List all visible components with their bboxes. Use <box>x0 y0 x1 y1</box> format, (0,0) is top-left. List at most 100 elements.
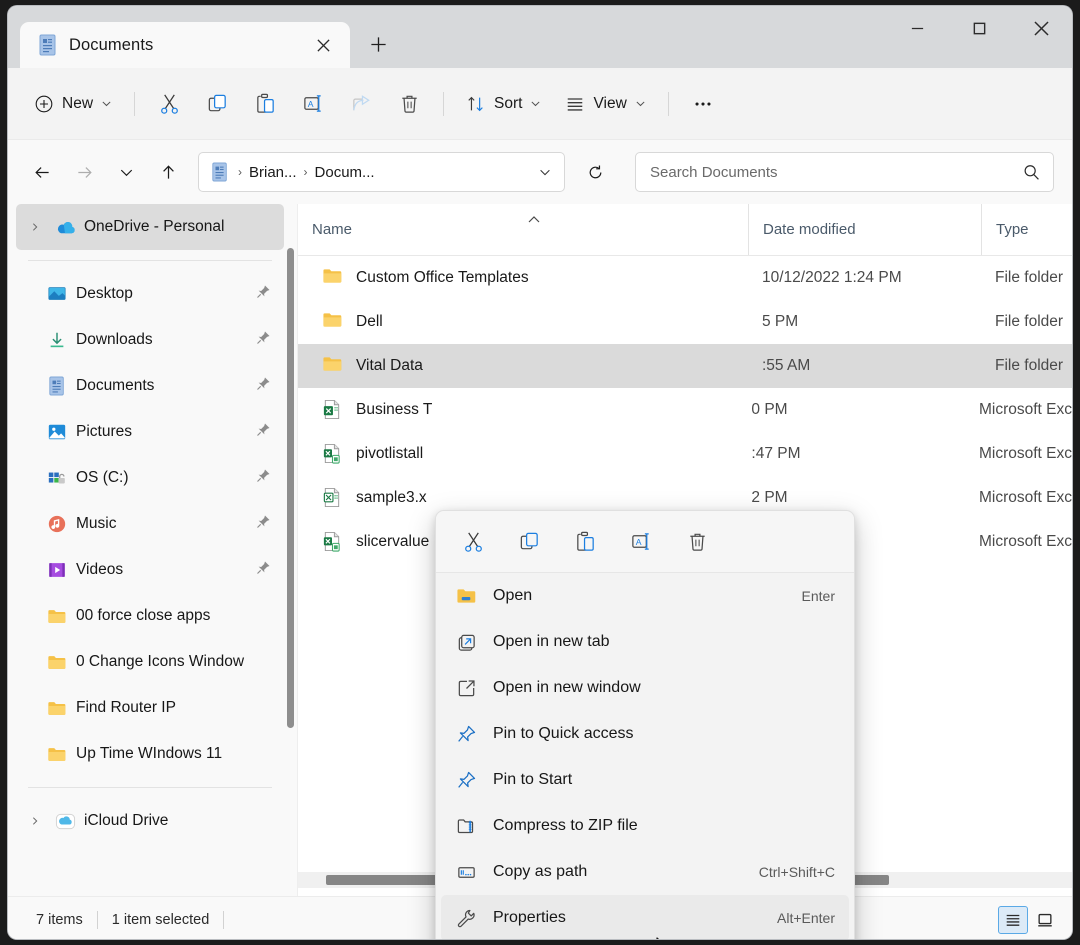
column-header-type[interactable]: Type <box>981 204 1072 255</box>
pin-icon[interactable] <box>256 560 272 580</box>
delete-icon <box>686 530 709 553</box>
delete-button[interactable] <box>680 525 714 559</box>
table-row[interactable]: pivotlistall :47 PM Microsoft Exc <box>298 432 1072 476</box>
new-tab-button[interactable] <box>356 22 400 66</box>
table-row[interactable]: Business T 0 PM Microsoft Exc <box>298 388 1072 432</box>
details-view-button[interactable] <box>998 906 1028 934</box>
chevron-right-icon[interactable] <box>24 816 46 826</box>
chevron-right-icon[interactable] <box>24 222 46 232</box>
sidebar-item-os-drive[interactable]: OS (C:) <box>16 455 284 501</box>
sidebar-item-up-time-windows-11[interactable]: Up Time WIndows 11 <box>16 731 284 777</box>
close-icon[interactable] <box>308 30 338 60</box>
column-header-date-modified[interactable]: Date modified <box>748 204 981 255</box>
close-icon <box>1032 19 1051 38</box>
sort-button[interactable]: Sort <box>454 84 553 124</box>
see-more-button[interactable] <box>679 84 727 124</box>
context-item-compress-to-zip[interactable]: Compress to ZIP file <box>441 803 849 849</box>
file-name-cell: Vital Data <box>298 355 748 377</box>
share-button[interactable] <box>337 84 385 124</box>
new-button[interactable]: New <box>22 84 124 124</box>
sidebar-item-desktop[interactable]: Desktop <box>16 271 284 317</box>
sidebar-item-onedrive[interactable]: OneDrive - Personal <box>16 204 284 250</box>
sidebar-item-label: OS (C:) <box>76 469 248 487</box>
sort-ascending-icon <box>528 210 540 227</box>
sidebar-item-change-icons-window[interactable]: 0 Change Icons Window <box>16 639 284 685</box>
back-button[interactable] <box>22 152 62 192</box>
chevron-down-icon <box>635 98 646 109</box>
forward-button[interactable] <box>64 152 104 192</box>
context-item-open-in-new-window[interactable]: Open in new window <box>441 665 849 711</box>
rename-button[interactable]: A <box>289 84 337 124</box>
sidebar-item-force-close-apps[interactable]: 00 force close apps <box>16 593 284 639</box>
search-box[interactable] <box>635 152 1054 192</box>
large-icons-view-button[interactable] <box>1030 906 1060 934</box>
context-item-label: Pin to Quick access <box>493 725 819 743</box>
sidebar-item-label: Up Time WIndows 11 <box>76 745 272 763</box>
rename-button[interactable]: A <box>624 525 658 559</box>
tab-strip: Documents <box>8 6 400 68</box>
cut-button[interactable] <box>456 525 490 559</box>
address-dropdown-button[interactable] <box>532 157 558 187</box>
chevron-down-icon <box>101 98 112 109</box>
copy-button[interactable] <box>512 525 546 559</box>
open-new-tab-icon <box>455 631 477 653</box>
cut-icon <box>158 92 181 115</box>
pin-icon[interactable] <box>256 376 272 396</box>
pin-icon[interactable] <box>256 422 272 442</box>
up-button[interactable] <box>148 152 188 192</box>
close-window-button[interactable] <box>1010 6 1072 50</box>
chevron-down-icon <box>118 164 135 181</box>
context-item-open[interactable]: Open Enter <box>441 573 849 619</box>
sidebar-item-downloads[interactable]: Downloads <box>16 317 284 363</box>
pin-icon[interactable] <box>256 514 272 534</box>
context-item-copy-as-path[interactable]: Copy as path Ctrl+Shift+C <box>441 849 849 895</box>
wrench-icon <box>455 907 477 929</box>
maximize-button[interactable] <box>948 6 1010 50</box>
desktop-icon <box>46 283 68 305</box>
excel-icon <box>322 443 344 465</box>
copy-button[interactable] <box>193 84 241 124</box>
context-item-pin-to-quick-access[interactable]: Pin to Quick access <box>441 711 849 757</box>
file-name-cell: sample3.x <box>298 487 737 509</box>
breadcrumb-item-0[interactable]: Brian... <box>249 164 297 181</box>
arrow-right-icon <box>76 164 93 181</box>
recent-locations-button[interactable] <box>106 152 146 192</box>
ellipsis-icon <box>692 93 714 115</box>
cut-button[interactable] <box>145 84 193 124</box>
sidebar-scrollbar[interactable] <box>287 248 294 728</box>
sidebar-item-videos[interactable]: Videos <box>16 547 284 593</box>
search-input[interactable] <box>650 164 1022 181</box>
context-item-properties[interactable]: Properties Alt+Enter <box>441 895 849 939</box>
table-row[interactable]: Custom Office Templates 10/12/2022 1:24 … <box>298 256 1072 300</box>
sidebar-item-icloud-drive[interactable]: iCloud Drive <box>16 798 284 844</box>
sidebar-item-find-router-ip[interactable]: Find Router IP <box>16 685 284 731</box>
pin-icon[interactable] <box>256 330 272 350</box>
sidebar-item-pictures[interactable]: Pictures <box>16 409 284 455</box>
context-item-open-in-new-tab[interactable]: Open in new tab <box>441 619 849 665</box>
maximize-icon <box>972 21 987 36</box>
share-icon <box>350 92 373 115</box>
table-row[interactable]: Dell 5 PM File folder <box>298 300 1072 344</box>
sidebar-item-documents[interactable]: Documents <box>16 363 284 409</box>
view-button[interactable]: View <box>553 84 657 124</box>
pin-icon[interactable] <box>256 468 272 488</box>
paste-button[interactable] <box>568 525 602 559</box>
paste-button[interactable] <box>241 84 289 124</box>
delete-button[interactable] <box>385 84 433 124</box>
file-date-cell: 0 PM <box>737 401 965 419</box>
pin-icon[interactable] <box>256 284 272 304</box>
column-label: Name <box>312 221 352 238</box>
breadcrumb-item-1[interactable]: Docum... <box>315 164 375 181</box>
tab-documents[interactable]: Documents <box>20 22 350 68</box>
refresh-button[interactable] <box>575 152 615 192</box>
table-row[interactable]: Vital Data :55 AM File folder <box>298 344 1072 388</box>
minimize-button[interactable] <box>886 6 948 50</box>
column-header-name[interactable]: Name <box>298 204 748 255</box>
sidebar-item-music[interactable]: Music <box>16 501 284 547</box>
context-item-pin-to-start[interactable]: Pin to Start <box>441 757 849 803</box>
navigation-pane: OneDrive - Personal Desktop <box>8 204 298 896</box>
videos-icon <box>46 559 68 581</box>
file-name-label: pivotlistall <box>356 445 423 463</box>
address-bar[interactable]: › Brian... › Docum... <box>198 152 565 192</box>
sort-icon <box>466 94 486 114</box>
